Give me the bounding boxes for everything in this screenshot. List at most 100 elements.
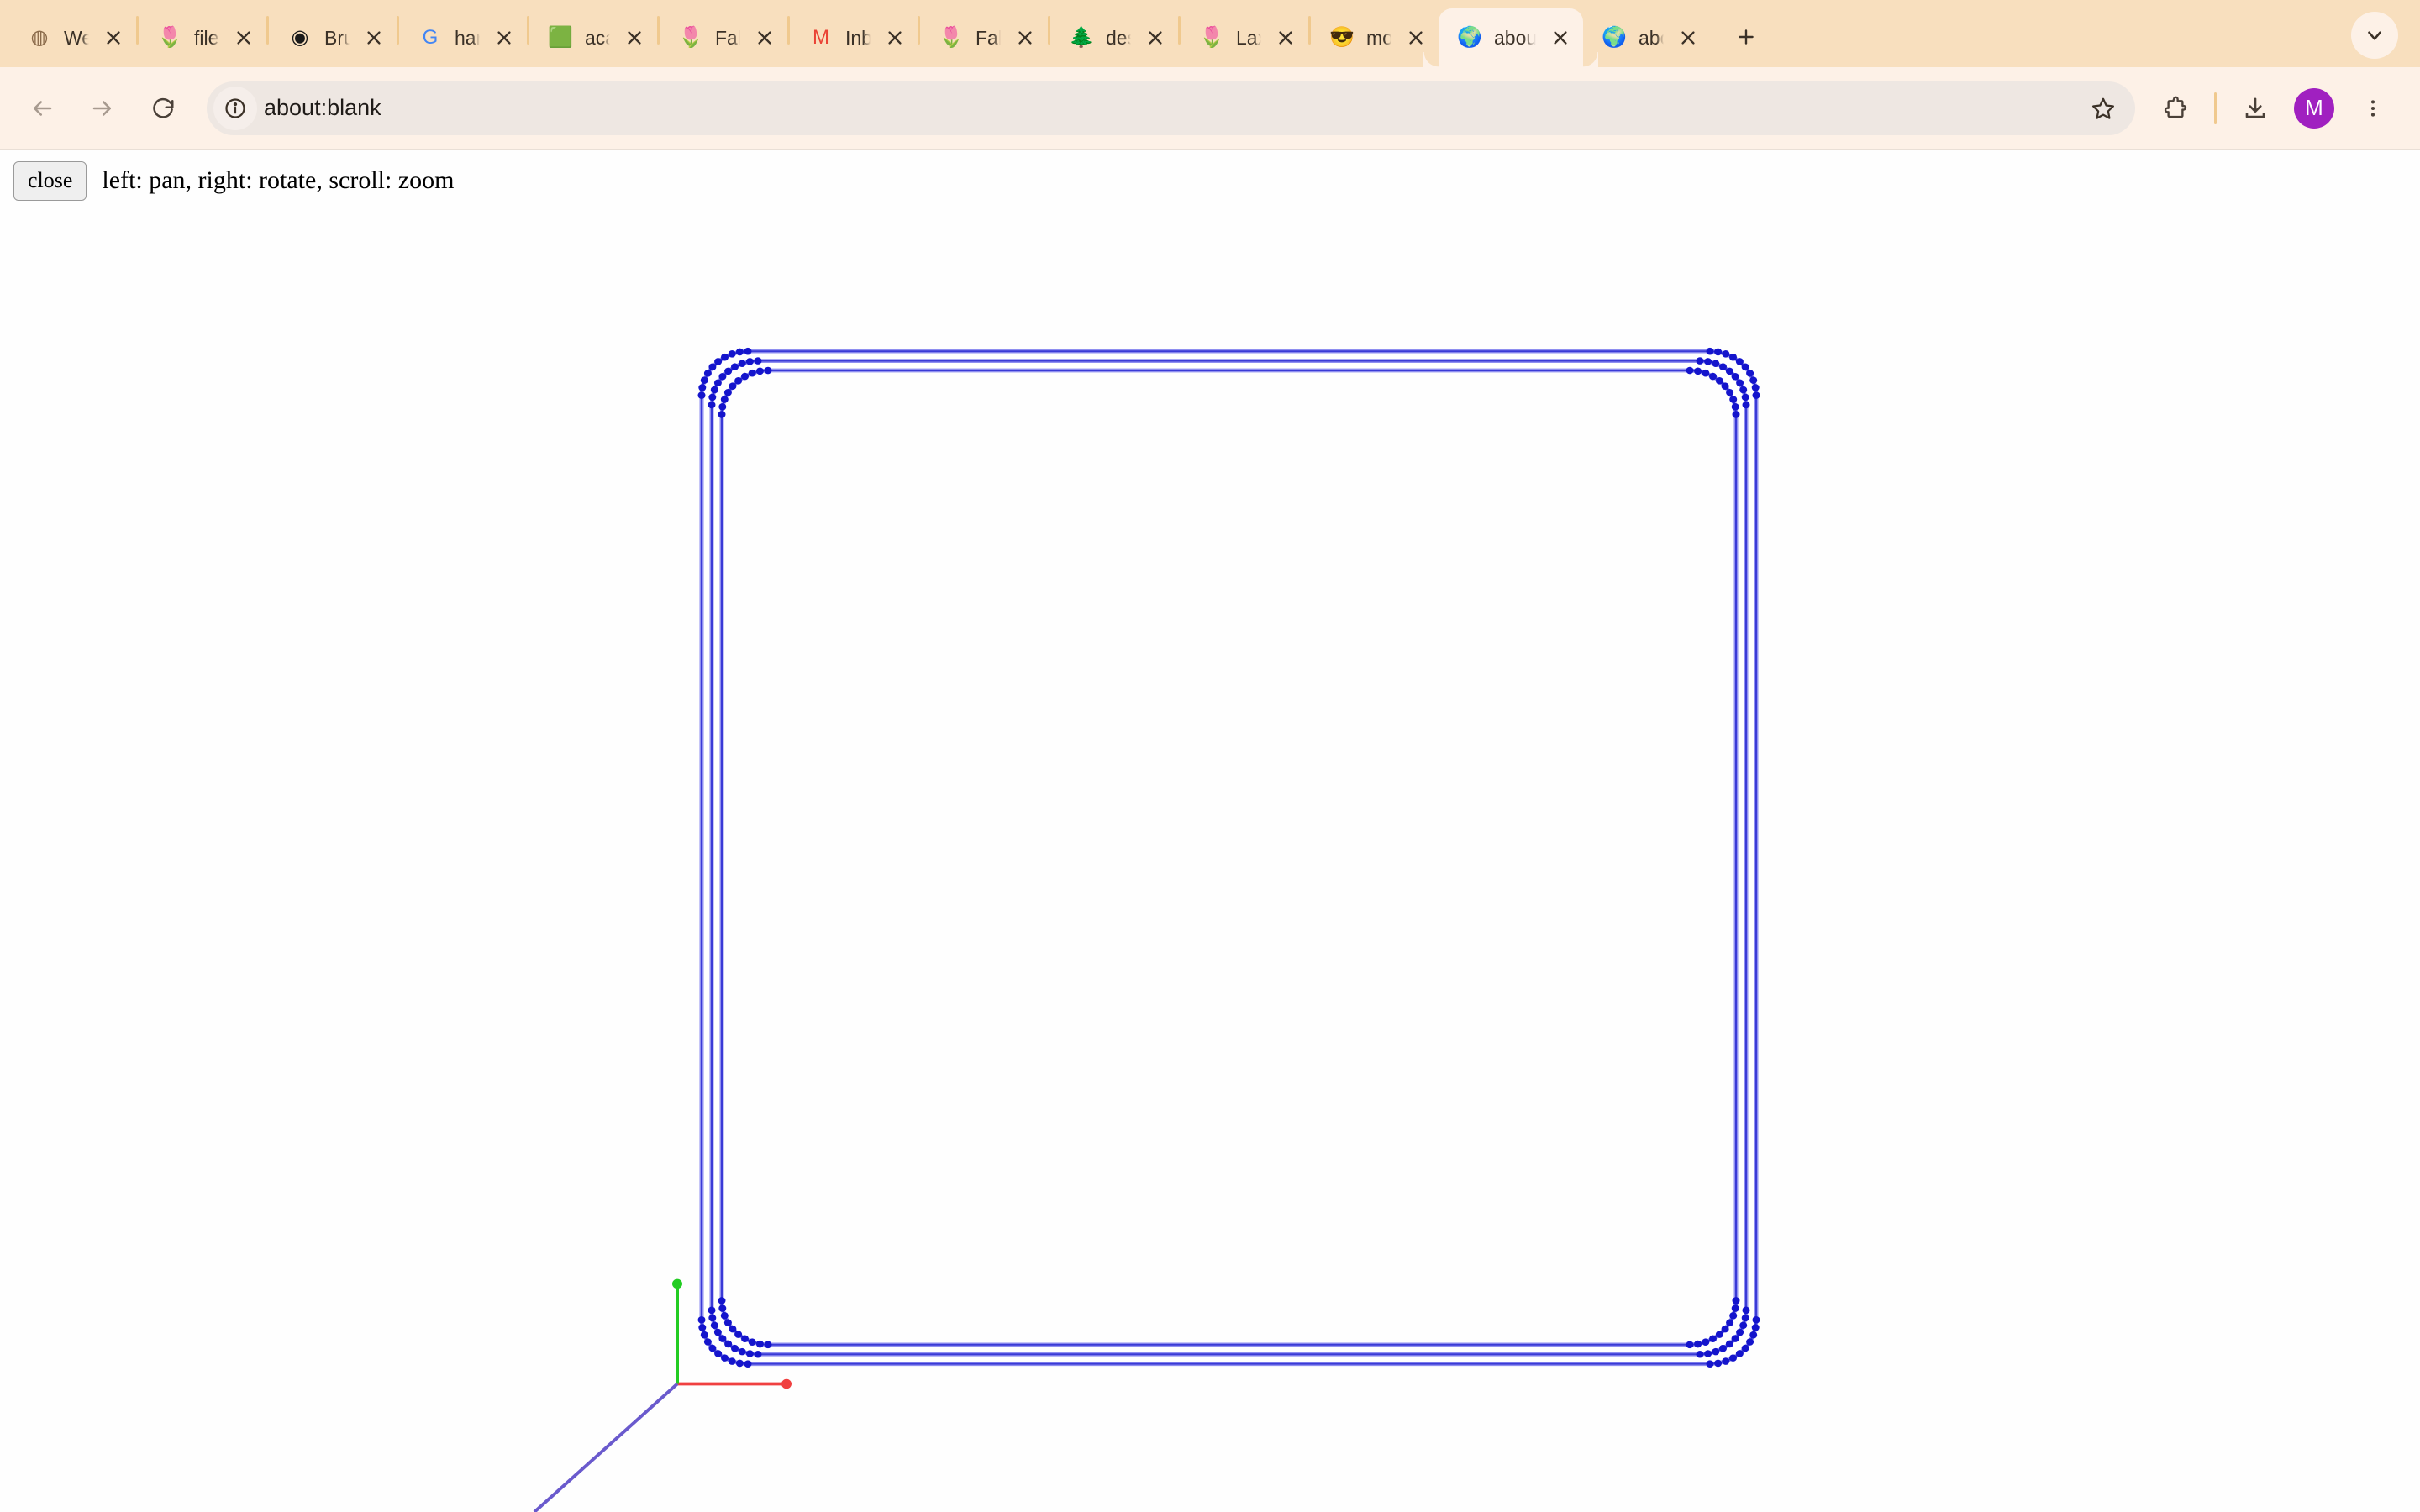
browser-tab[interactable]: Ghardw — [399, 8, 527, 67]
toolpath-vertex — [718, 1305, 727, 1312]
reload-button[interactable] — [133, 78, 193, 139]
tab-title: mods — [1366, 26, 1392, 49]
axis-y-tip — [672, 1278, 682, 1289]
tab-close-button[interactable] — [752, 25, 777, 50]
back-button[interactable] — [12, 78, 72, 139]
viewer-hint-text: left: pan, right: rotate, scroll: zoom — [102, 166, 455, 195]
toolpath-vertex — [1731, 372, 1739, 381]
toolpath-vertex — [1746, 1338, 1754, 1346]
toolpath-vertex — [718, 372, 727, 381]
browser-menu-button[interactable] — [2343, 78, 2403, 139]
kebab-menu-icon — [2370, 99, 2375, 117]
new-tab-button[interactable] — [1723, 13, 1770, 60]
toolpath-vertex — [710, 1321, 718, 1330]
page-content: close left: pan, right: rotate, scroll: … — [0, 150, 2420, 1512]
browser-tab[interactable]: 🌷 files — [139, 8, 266, 67]
tab-close-button[interactable] — [622, 25, 647, 50]
toolpath-vertex — [1739, 386, 1748, 394]
google-icon: G — [422, 26, 439, 49]
downloads-button[interactable] — [2225, 78, 2286, 139]
viewer-overlay-bar: close left: pan, right: rotate, scroll: … — [13, 161, 454, 201]
toolpath-vertex — [764, 1341, 772, 1349]
tulip-icon: 🌷 — [1199, 26, 1224, 49]
tab-title: desig — [1106, 26, 1131, 49]
close-icon — [237, 31, 250, 45]
browser-tab[interactable]: 🌍 about — [1583, 8, 1711, 67]
toolpath-vertex — [718, 411, 726, 418]
toolpath-vertex — [708, 1314, 717, 1322]
forward-button[interactable] — [72, 78, 133, 139]
tab-close-button[interactable] — [1403, 25, 1428, 50]
site-info-button[interactable] — [213, 86, 257, 130]
tab-title: Weekl — [64, 26, 89, 49]
extensions-button[interactable] — [2145, 78, 2206, 139]
three-d-viewport[interactable] — [0, 150, 2420, 1512]
toolpath-vertex — [1746, 370, 1754, 377]
tab-close-button[interactable] — [1143, 25, 1168, 50]
close-icon — [1149, 31, 1162, 45]
toolpath-vertex — [1729, 396, 1738, 403]
tab-close-button[interactable] — [1013, 25, 1038, 50]
toolpath-vertex — [1719, 1344, 1727, 1352]
star-icon — [2092, 97, 2114, 119]
tab-title: Laxm — [1236, 26, 1261, 49]
close-icon — [1681, 31, 1695, 45]
toolpath-vertex — [755, 367, 764, 375]
toolpath-vertex — [748, 369, 756, 377]
browser-tab[interactable]: ◍ Weekl — [8, 8, 136, 67]
browser-tab[interactable]: 🟩 acade — [529, 8, 657, 67]
toolpath-vertex — [700, 1331, 708, 1339]
browser-tab[interactable]: M Inbox — [790, 8, 918, 67]
toolpath-vertex — [708, 1306, 716, 1315]
tab-close-button[interactable] — [492, 25, 517, 50]
close-button[interactable]: close — [13, 161, 87, 201]
toolpath-vertex — [744, 1360, 752, 1368]
tab-close-button[interactable] — [882, 25, 908, 50]
tulip-icon: 🌷 — [157, 26, 182, 49]
toolpath-vertex — [1709, 1335, 1717, 1343]
toolpath-vertex — [738, 360, 746, 368]
toolpath-vertex — [718, 1297, 726, 1305]
toolpath-vertex — [745, 1350, 754, 1357]
toolpath-vertex — [1725, 367, 1733, 375]
axis-z — [533, 1383, 679, 1512]
browser-tab[interactable]: 😎 mods — [1311, 8, 1439, 67]
toolpath-canvas[interactable] — [0, 150, 2420, 1512]
toolpath-vertex — [1752, 1315, 1760, 1324]
browser-tab[interactable]: 🌍 about — [1439, 8, 1598, 67]
close-icon — [497, 31, 511, 45]
avatar[interactable]: M — [2294, 87, 2334, 129]
tab-close-button[interactable] — [1273, 25, 1298, 50]
browser-tab[interactable]: 🌷 Fab A — [920, 8, 1048, 67]
toolpath-vertex — [1729, 1354, 1737, 1362]
bookmark-button[interactable] — [2080, 85, 2127, 132]
tab-title: Fab A — [715, 26, 740, 49]
download-icon — [2245, 97, 2265, 118]
toolpath-vertex — [698, 384, 707, 391]
tab-close-button[interactable] — [1548, 25, 1573, 50]
browser-tab[interactable]: 🌲 desig — [1050, 8, 1178, 67]
close-icon — [1018, 31, 1032, 45]
tab-close-button[interactable] — [101, 25, 126, 50]
tab-close-button[interactable] — [1676, 25, 1701, 50]
toolpath-vertex — [697, 1315, 706, 1324]
toolpath-vertex — [1706, 1360, 1714, 1368]
toolpath-vertex — [724, 1340, 733, 1348]
browser-tab[interactable]: ◉ Bruce — [269, 8, 397, 67]
tab-close-button[interactable] — [231, 25, 256, 50]
browser-tab[interactable]: 🌷 Laxm — [1181, 8, 1308, 67]
toolpath-vertex — [1741, 1314, 1749, 1322]
address-bar[interactable]: about:blank — [207, 81, 2135, 135]
close-icon — [758, 31, 771, 45]
browser-tab[interactable]: 🌷 Fab A — [660, 8, 787, 67]
toolpath-vertex — [714, 1350, 723, 1357]
url-text[interactable]: about:blank — [264, 95, 2073, 121]
toolpath-vertex — [1712, 360, 1720, 368]
close-icon — [367, 31, 381, 45]
toolpath-vertex — [1735, 358, 1744, 365]
tab-close-button[interactable] — [361, 25, 387, 50]
toolpath-vertex — [1722, 350, 1730, 358]
toolpath-vertex — [1715, 377, 1723, 385]
toolpath-vertex — [708, 363, 717, 371]
tab-search-button[interactable] — [2351, 12, 2398, 59]
